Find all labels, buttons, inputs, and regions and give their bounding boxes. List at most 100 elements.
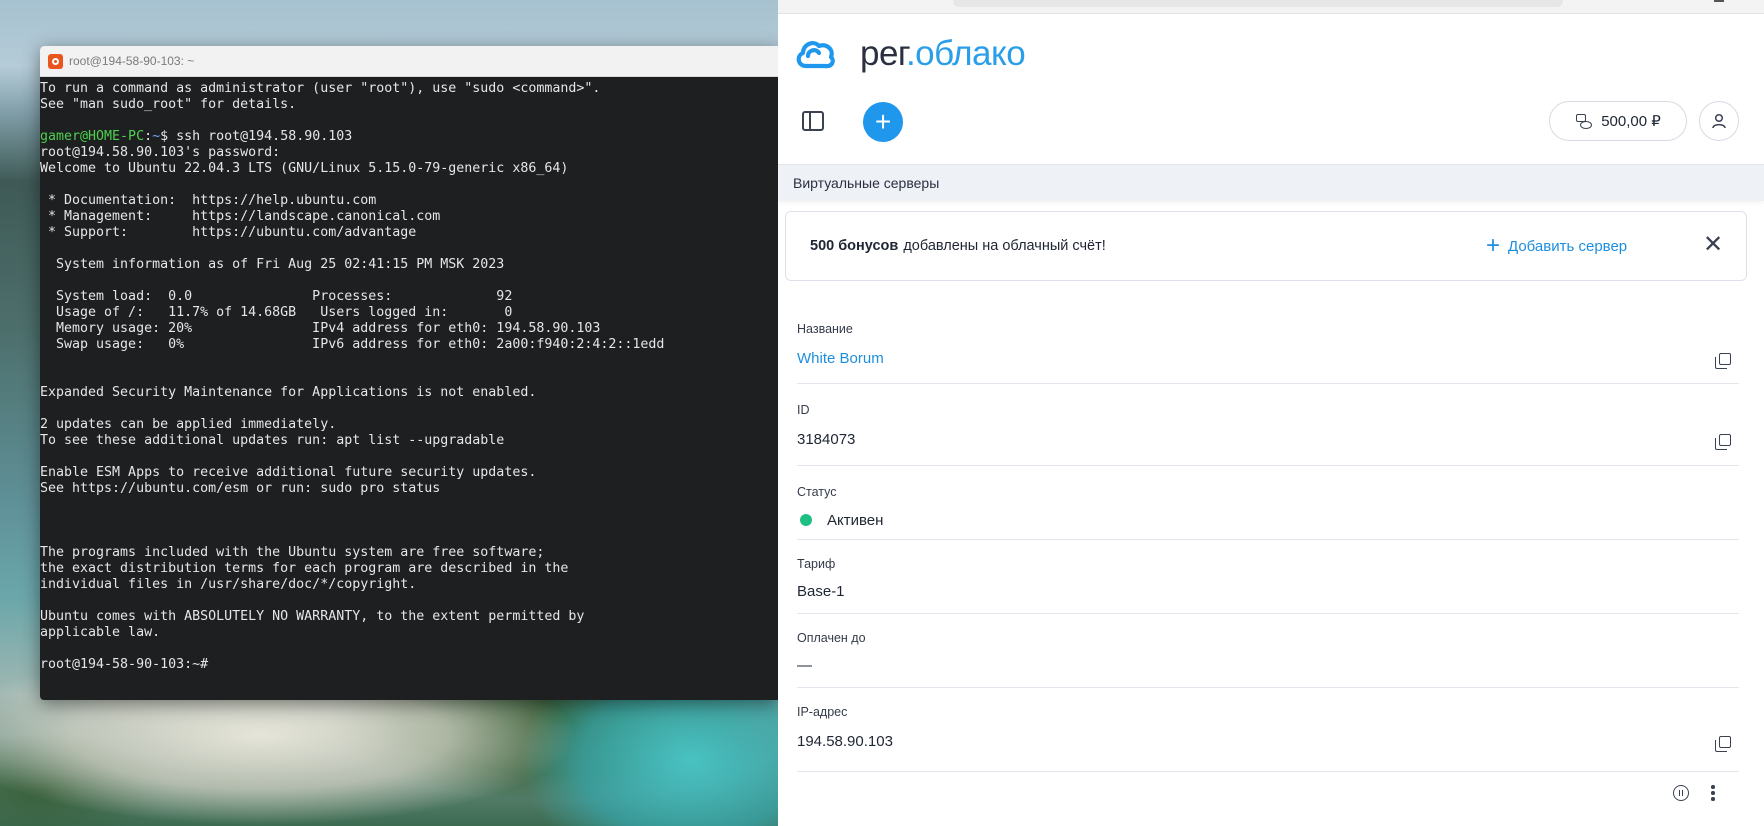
plus-icon: +: [874, 106, 892, 137]
cloud-logo-icon: [796, 41, 835, 69]
notice-bold-text: 500 бонусов: [810, 238, 899, 254]
terminal-line: root@194-58-90-103:~#: [40, 657, 780, 673]
terminal-line-text: individual files in /usr/share/doc/*/cop…: [40, 577, 417, 592]
terminal-line: individual files in /usr/share/doc/*/cop…: [40, 577, 780, 593]
terminal-line-text: System information as of Fri Aug 25 02:4…: [40, 257, 505, 272]
terminal-line: * Management: https://landscape.canonica…: [40, 209, 780, 225]
field-label: Название: [797, 322, 853, 336]
prompt-user: gamer@HOME-PC: [40, 129, 145, 144]
server-tariff-value: Base-1: [797, 583, 845, 600]
field-label: Статус: [797, 485, 837, 499]
copy-icon[interactable]: [1715, 736, 1731, 752]
terminal-line-text: Enable ESM Apps to receive additional fu…: [40, 465, 537, 480]
brand-logo-text[interactable]: рег.облако: [860, 34, 1026, 74]
terminal-line: To run a command as administrator (user …: [40, 81, 780, 97]
terminal-line-text: Swap usage: 0% IPv6 address for eth0: 2a…: [40, 337, 665, 352]
terminal-line: To see these additional updates run: apt…: [40, 433, 780, 449]
terminal-line-text: root@194-58-90-103:~#: [40, 657, 209, 672]
brand-logo-part2: .облако: [905, 34, 1026, 73]
server-id-value: 3184073: [797, 431, 856, 448]
terminal-line-text: Usage of /: 11.7% of 14.68GB Users logge…: [40, 305, 513, 320]
terminal-app-icon: [48, 53, 63, 69]
server-ip-value: 194.58.90.103: [797, 733, 893, 750]
terminal-line: See https://ubuntu.com/esm or run: sudo …: [40, 481, 780, 497]
user-menu-button[interactable]: [1699, 101, 1739, 141]
more-vertical-icon[interactable]: [1711, 785, 1715, 801]
copy-icon[interactable]: [1715, 353, 1731, 369]
terminal-line: See "man sudo_root" for details.: [40, 97, 780, 113]
section-title[interactable]: Виртуальные серверы: [793, 175, 939, 191]
section-title-bar: Виртуальные серверы: [778, 164, 1764, 201]
terminal-line: Usage of /: 11.7% of 14.68GB Users logge…: [40, 305, 780, 321]
terminal-line-text: Memory usage: 20% IPv4 address for eth0:…: [40, 321, 601, 336]
terminal-line-text: The programs included with the Ubuntu sy…: [40, 545, 545, 560]
terminal-line: Memory usage: 20% IPv4 address for eth0:…: [40, 321, 780, 337]
terminal-line: 2 updates can be applied immediately.: [40, 417, 780, 433]
user-icon: [1712, 113, 1726, 129]
terminal-title: root@194-58-90-103: ~: [69, 54, 195, 68]
terminal-line-text: See https://ubuntu.com/esm or run: sudo …: [40, 481, 441, 496]
copy-icon[interactable]: [1715, 434, 1731, 450]
field-paid-until: Оплачен до —: [797, 614, 1739, 688]
sidebar-toggle-icon[interactable]: [802, 111, 824, 131]
terminal-output[interactable]: To run a command as administrator (user …: [40, 77, 780, 673]
terminal-line: Swap usage: 0% IPv6 address for eth0: 2a…: [40, 337, 780, 353]
terminal-line: Ubuntu comes with ABSOLUTELY NO WARRANTY…: [40, 609, 780, 625]
terminal-line-text: To run a command as administrator (user …: [40, 81, 601, 96]
create-button[interactable]: +: [863, 102, 903, 142]
terminal-line: the exact distribution terms for each pr…: [40, 561, 780, 577]
brand-header: рег.облако: [778, 14, 1764, 94]
terminal-titlebar[interactable]: root@194-58-90-103: ~: [40, 46, 780, 77]
field-id: ID 3184073: [797, 384, 1739, 466]
balance-amount: 500,00 ₽: [1601, 113, 1661, 130]
terminal-line: Enable ESM Apps to receive additional fu…: [40, 465, 780, 481]
server-name-link[interactable]: White Borum: [797, 350, 884, 367]
field-label: Тариф: [797, 557, 836, 571]
close-icon[interactable]: ✕: [1702, 233, 1724, 257]
terminal-line-text: Welcome to Ubuntu 22.04.3 LTS (GNU/Linux…: [40, 161, 569, 176]
terminal-line: applicable law.: [40, 625, 780, 641]
terminal-line-text: See "man sudo_root" for details.: [40, 97, 297, 112]
status-active-dot: [800, 514, 812, 526]
brand-logo-part1: рег: [860, 34, 906, 73]
terminal-window[interactable]: root@194-58-90-103: ~ To run a command a…: [40, 46, 780, 700]
pause-icon[interactable]: [1673, 785, 1689, 801]
cloud-panel: рег.облако + 500,00 ₽ Виртуальные сервер…: [778, 0, 1764, 826]
terminal-line: Welcome to Ubuntu 22.04.3 LTS (GNU/Linux…: [40, 161, 780, 177]
terminal-line-text: * Documentation: https://help.ubuntu.com: [40, 193, 377, 208]
server-actions: [1673, 785, 1715, 801]
server-status-value: Активен: [827, 512, 884, 529]
minimize-icon[interactable]: [1714, 0, 1724, 2]
terminal-line-text: the exact distribution terms for each pr…: [40, 561, 569, 576]
terminal-line-text: * Management: https://landscape.canonica…: [40, 209, 441, 224]
field-name: Название White Borum: [797, 303, 1739, 384]
server-details: Название White Borum ID 3184073 Статус А…: [797, 303, 1739, 772]
address-bar[interactable]: [953, 0, 1563, 7]
wallet-icon: [1575, 113, 1593, 129]
terminal-line-text: applicable law.: [40, 625, 161, 640]
terminal-line-text: $ ssh root@194.58.90.103: [160, 129, 353, 144]
terminal-line-text: Expanded Security Maintenance for Applic…: [40, 385, 537, 400]
terminal-line: System information as of Fri Aug 25 02:4…: [40, 257, 780, 273]
terminal-line-text: root@194.58.90.103's password:: [40, 145, 281, 160]
terminal-line: root@194.58.90.103's password:: [40, 145, 780, 161]
notice-text: добавлены на облачный счёт!: [903, 238, 1106, 254]
bonus-notice: 500 бонусов добавлены на облачный счёт! …: [785, 211, 1747, 281]
add-server-link[interactable]: + Добавить сервер: [1486, 212, 1627, 280]
balance-button[interactable]: 500,00 ₽: [1549, 101, 1687, 141]
terminal-line: System load: 0.0 Processes: 92: [40, 289, 780, 305]
actions-row: + 500,00 ₽: [778, 94, 1764, 164]
field-label: Оплачен до: [797, 631, 866, 645]
field-label: IP-адрес: [797, 705, 848, 719]
